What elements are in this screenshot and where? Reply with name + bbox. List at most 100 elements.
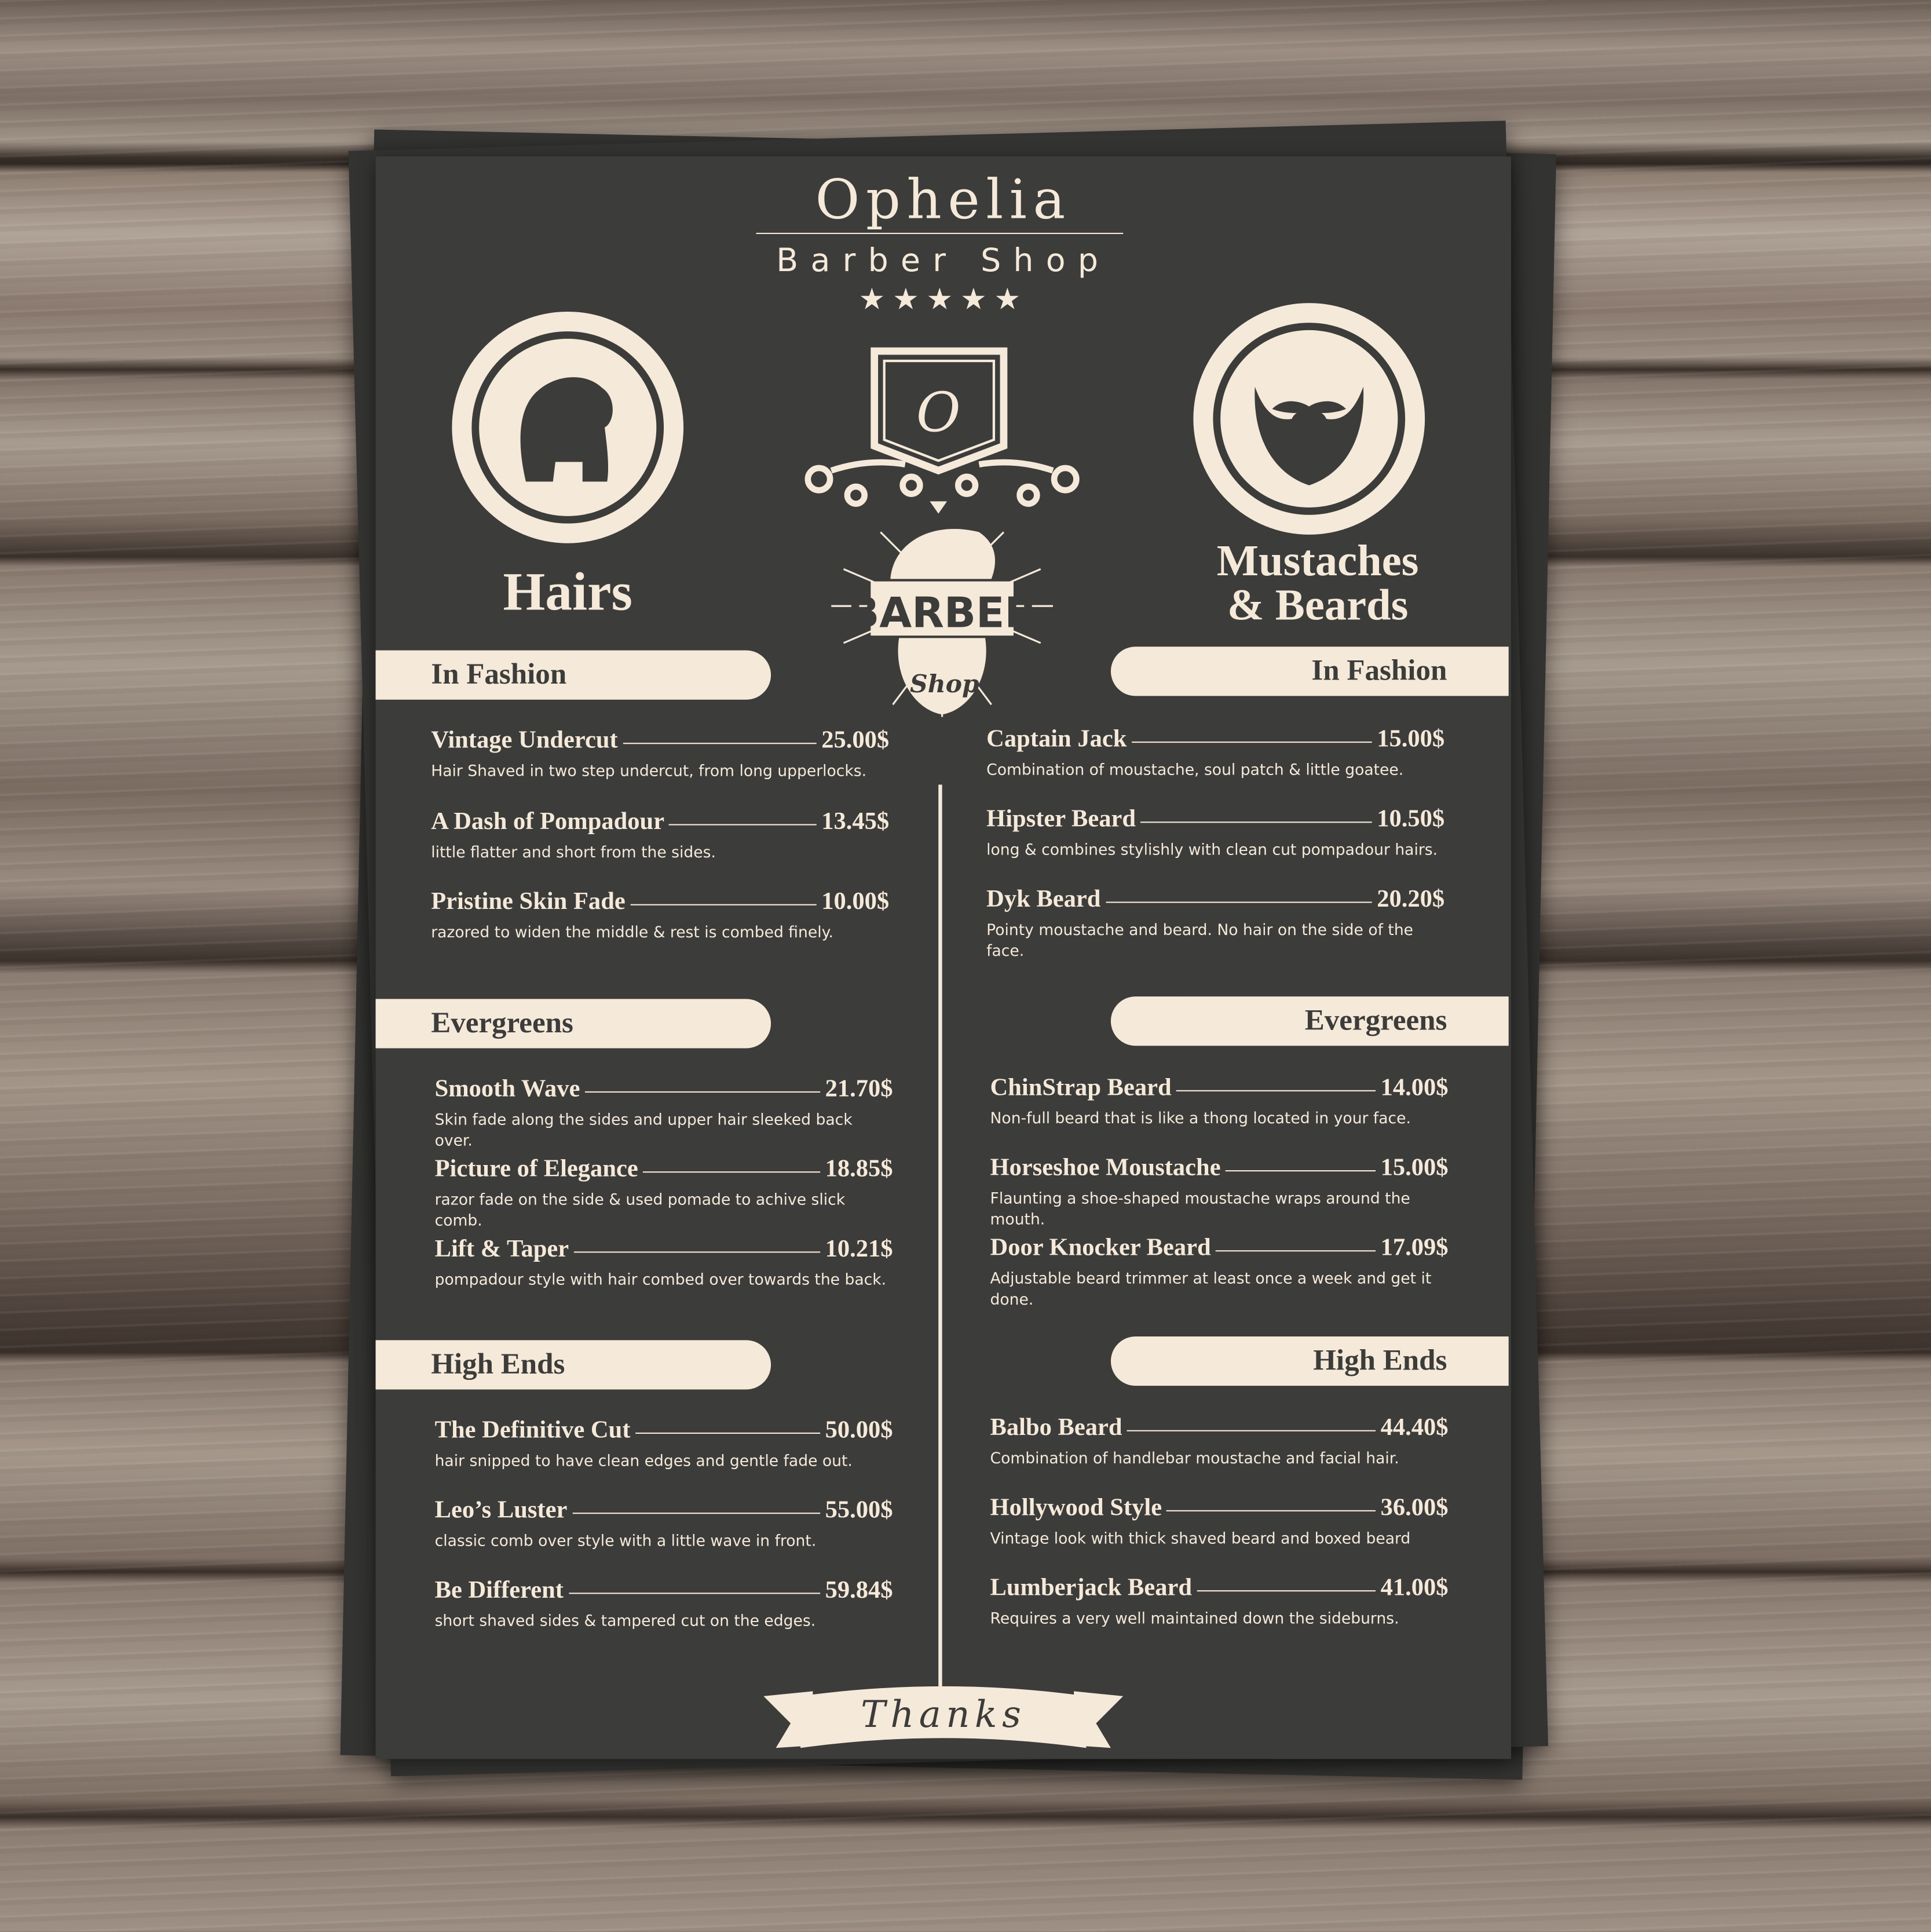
column-divider xyxy=(938,784,942,1686)
section-header-in-fashion: In Fashion xyxy=(375,650,771,700)
item-name: Be Different xyxy=(434,1576,564,1604)
leader-line xyxy=(568,1593,821,1594)
leader-line xyxy=(1140,821,1372,823)
item-price: 10.50$ xyxy=(1377,805,1445,833)
item-price: 17.09$ xyxy=(1380,1234,1449,1262)
item-name: Picture of Elegance xyxy=(434,1155,638,1183)
section-header-high-ends: High Ends xyxy=(1110,1336,1509,1386)
section-header-in-fashion: In Fashion xyxy=(1110,647,1509,696)
barber-logo-icon: BARBER Shop O xyxy=(804,347,1080,717)
menu-item: Smooth Wave 21.70$ Skin fade along the sid… xyxy=(435,1075,893,1151)
item-price: 25.00$ xyxy=(821,726,890,754)
item-description: Hair Shaved in two step undercut, from l… xyxy=(431,761,867,780)
leader-line xyxy=(1105,901,1372,903)
item-description: pompadour style with hair combed over to… xyxy=(434,1270,887,1289)
leader-line xyxy=(669,824,817,826)
logo-barber-text: BARBER xyxy=(847,589,1037,637)
item-description: razor fade on the side & used pomade to … xyxy=(434,1190,846,1230)
item-description: Skin fade along the sides and upper hair… xyxy=(434,1109,853,1149)
item-price: 13.45$ xyxy=(821,808,890,835)
monogram: O xyxy=(916,381,961,444)
item-name: Vintage Undercut xyxy=(431,726,618,754)
item-description: hair snipped to have clean edges and gen… xyxy=(434,1451,853,1470)
category-title-line: Mustaches xyxy=(1216,535,1419,585)
category-title-line: & Beards xyxy=(1227,580,1409,630)
item-name: ChinStrap Beard xyxy=(990,1074,1172,1101)
menu-item: Be Different 59.84$ short shaved sides & t… xyxy=(435,1577,893,1631)
item-description: Requires a very well maintained down the… xyxy=(990,1608,1399,1627)
menu-item: The Definitive Cut 50.00$ hair snipped to … xyxy=(435,1416,893,1471)
item-price: 44.40$ xyxy=(1380,1414,1449,1441)
leader-line xyxy=(1127,1430,1376,1431)
menu-item: A Dash of Pompadour 13.45$ little flatter … xyxy=(431,808,889,863)
item-description: long & combines stylishly with clean cut… xyxy=(986,840,1438,859)
item-price: 36.00$ xyxy=(1380,1494,1449,1521)
item-description: Non-full beard that is like a thong loca… xyxy=(990,1108,1411,1127)
item-price: 21.70$ xyxy=(825,1075,893,1103)
menu-item: Leo’s Luster 55.00$ classic comb over styl… xyxy=(435,1496,893,1551)
leader-line xyxy=(572,1513,821,1514)
item-description: Flaunting a shoe-shaped moustache wraps … xyxy=(990,1188,1410,1228)
section-header-evergreens: Evergreens xyxy=(1110,996,1509,1046)
item-name: A Dash of Pompadour xyxy=(431,808,665,835)
shop-subtitle: Barber Shop xyxy=(776,242,1111,280)
item-description: Combination of handlebar moustache and f… xyxy=(990,1448,1399,1467)
item-price: 50.00$ xyxy=(825,1416,893,1444)
item-name: Door Knocker Beard xyxy=(990,1234,1211,1262)
thanks-ribbon: Thanks xyxy=(763,1684,1124,1753)
menu-item: Lumberjack Beard 41.00$ Requires a very we… xyxy=(990,1574,1449,1628)
item-name: Dyk Beard xyxy=(986,885,1101,913)
leader-line xyxy=(573,1251,821,1253)
item-price: 59.84$ xyxy=(825,1576,893,1604)
item-description: short shaved sides & tampered cut on the… xyxy=(434,1611,816,1630)
item-name: Leo’s Luster xyxy=(434,1496,568,1524)
item-name: Hollywood Style xyxy=(990,1494,1162,1521)
leader-line xyxy=(1197,1590,1376,1592)
item-name: Balbo Beard xyxy=(990,1414,1122,1441)
item-description: Adjustable beard trimmer at least once a… xyxy=(990,1269,1432,1309)
menu-item: ChinStrap Beard 14.00$ Non-full beard that… xyxy=(990,1074,1449,1128)
item-name: Hipster Beard xyxy=(986,805,1136,833)
item-name: The Definitive Cut xyxy=(434,1416,631,1444)
item-description: Vintage look with thick shaved beard and… xyxy=(990,1528,1411,1547)
menu-item: Lift & Taper 10.21$ pompadour style with h… xyxy=(435,1236,893,1290)
menu-item: Picture of Elegance 18.85$ razor fade on t… xyxy=(435,1155,893,1230)
item-price: 18.85$ xyxy=(825,1155,893,1183)
item-price: 55.00$ xyxy=(825,1496,893,1524)
logo-shop-text: Shop xyxy=(910,670,979,699)
menu-item: Horseshoe Moustache 15.00$ Flaunting a sho… xyxy=(990,1154,1449,1229)
menu-item: Hollywood Style 36.00$ Vintage look with t… xyxy=(990,1494,1449,1548)
leader-line xyxy=(623,743,817,744)
menu-item: Door Knocker Beard 17.09$ Adjustable beard… xyxy=(990,1235,1449,1310)
item-name: Smooth Wave xyxy=(434,1075,580,1103)
menu-item: Hipster Beard 10.50$ long & combines styli… xyxy=(986,806,1444,860)
item-price: 20.20$ xyxy=(1377,885,1445,913)
leader-line xyxy=(635,1432,821,1434)
leader-line xyxy=(1166,1510,1376,1511)
item-name: Captain Jack xyxy=(986,725,1127,753)
category-title-beards: Mustaches & Beards xyxy=(1176,538,1460,627)
item-price: 41.00$ xyxy=(1380,1574,1449,1602)
menu-item: Pristine Skin Fade 10.00$ razored to widen… xyxy=(431,888,889,943)
menu-scene: Ophelia Barber Shop ★★★★★ BARBER Shop O … xyxy=(0,0,1931,1932)
leader-line xyxy=(1176,1090,1376,1091)
item-name: Pristine Skin Fade xyxy=(431,888,626,915)
item-price: 10.21$ xyxy=(825,1235,893,1263)
hair-emblem-icon xyxy=(452,311,684,543)
item-name: Lift & Taper xyxy=(434,1235,569,1263)
item-description: little flatter and short from the sides. xyxy=(431,842,716,861)
item-price: 10.00$ xyxy=(821,888,890,915)
shop-name: Ophelia xyxy=(815,169,1071,232)
item-price: 15.00$ xyxy=(1377,725,1445,753)
menu-sheet: Ophelia Barber Shop ★★★★★ BARBER Shop O … xyxy=(375,156,1511,1759)
category-title-hairs: Hairs xyxy=(503,561,632,622)
item-description: Pointy moustache and beard. No hair on t… xyxy=(986,920,1414,960)
item-description: classic comb over style with a little wa… xyxy=(434,1531,817,1550)
item-price: 14.00$ xyxy=(1380,1074,1449,1101)
leader-line xyxy=(630,904,817,905)
item-description: Combination of moustache, soul patch & l… xyxy=(986,759,1404,779)
menu-item: Captain Jack 15.00$ Combination of moustac… xyxy=(986,725,1444,780)
menu-item: Dyk Beard 20.20$ Pointy moustache and bear… xyxy=(986,886,1444,961)
menu-item: Vintage Undercut 25.00$ Hair Shaved in two… xyxy=(431,727,889,781)
section-header-evergreens: Evergreens xyxy=(375,999,771,1049)
